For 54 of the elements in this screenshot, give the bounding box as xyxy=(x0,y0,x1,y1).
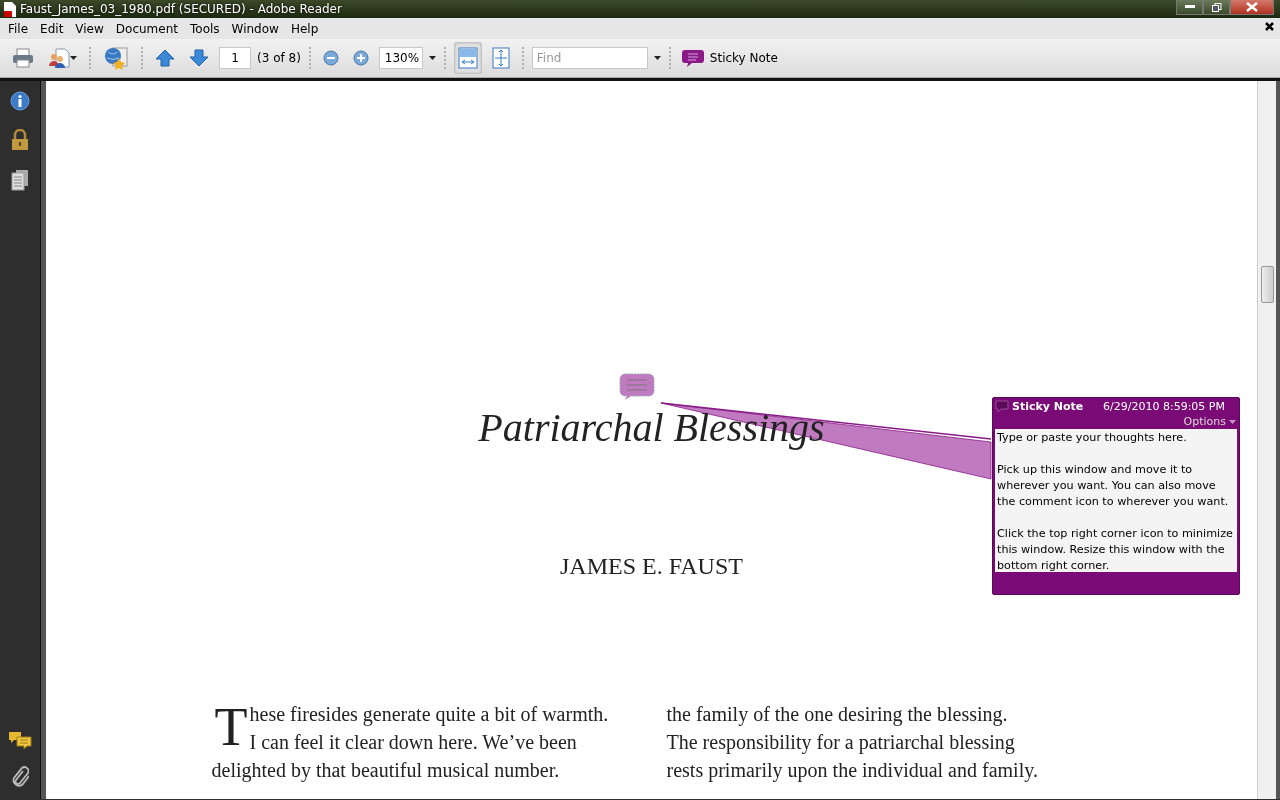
paperclip-icon[interactable] xyxy=(11,765,29,787)
arrow-down-icon xyxy=(189,49,209,67)
options-menu[interactable]: Options xyxy=(1183,415,1236,428)
restore-icon xyxy=(1211,2,1222,12)
plus-icon xyxy=(352,50,369,66)
minimize-icon xyxy=(1184,5,1195,9)
menu-item[interactable]: File xyxy=(2,21,35,36)
minus-icon xyxy=(322,50,339,66)
sticky-note-button[interactable]: Sticky Note xyxy=(678,48,781,68)
window-title: Faust_James_03_1980.pdf (SECURED) - Adobe Reader xyxy=(20,2,342,16)
info-icon[interactable] xyxy=(10,91,30,111)
lock-icon[interactable] xyxy=(10,129,30,151)
restore-button[interactable] xyxy=(1203,0,1230,15)
comments-icon[interactable] xyxy=(8,731,32,749)
pages-icon[interactable] xyxy=(11,169,29,191)
menu-item[interactable]: Edit xyxy=(34,21,70,36)
menu-item[interactable]: View xyxy=(69,21,110,36)
body-text-line: delighted by that beautiful musical number. xyxy=(211,758,561,784)
caret-icon[interactable] xyxy=(70,56,77,60)
author-name: JAMES E. FAUST xyxy=(560,553,743,580)
speech-bubble-icon xyxy=(681,48,704,68)
note-paragraph: Pick up this window and move it to wherever you want. You can also move the comment icon to wherever you want. xyxy=(997,462,1230,510)
page-count: (3 of 8) xyxy=(257,51,301,65)
note-paragraph: Click the top right corner icon to minimize this window. Resize this window with the bottom right corner. xyxy=(997,526,1234,574)
comment-icon[interactable] xyxy=(619,373,655,400)
close-icon xyxy=(1246,2,1258,12)
comment-icon xyxy=(995,400,1009,413)
find-field[interactable]: Find xyxy=(531,47,648,69)
menu-item[interactable]: Help xyxy=(284,21,325,36)
pdf-file-icon xyxy=(3,1,16,17)
body-text-line: rests primarily upon the individual and family. xyxy=(666,758,1039,784)
arrow-up-icon xyxy=(155,49,175,67)
zoom-field[interactable]: 130% xyxy=(378,47,423,69)
close-button[interactable] xyxy=(1230,0,1274,15)
menu-item[interactable]: Window xyxy=(225,21,285,36)
body-text-line: I can feel it clear down here. We’ve been xyxy=(249,730,578,755)
caret-icon[interactable] xyxy=(428,56,436,60)
scrollbar[interactable] xyxy=(1257,81,1276,799)
sticky-note-popup[interactable] xyxy=(992,397,1240,595)
scrollbar-thumb[interactable] xyxy=(1261,266,1274,303)
note-text-area[interactable] xyxy=(995,429,1237,572)
page-number-field[interactable]: 1 xyxy=(219,47,251,69)
people-document-icon xyxy=(48,48,70,68)
close-icon[interactable] xyxy=(1265,22,1274,31)
caret-icon[interactable] xyxy=(653,56,661,60)
body-text-line: hese firesides generate quite a bit of warmth. xyxy=(249,702,609,728)
body-text-line: The responsibility for a patriarchal blessing xyxy=(666,730,1016,756)
menu-item[interactable]: Tools xyxy=(184,21,226,36)
note-title: Sticky Note xyxy=(1012,400,1084,413)
note-paragraph: Type or paste your thoughts here. xyxy=(997,430,1188,446)
body-text-line: the family of the one desiring the blessing. xyxy=(666,702,1009,728)
menu-item[interactable]: Document xyxy=(109,21,184,36)
note-timestamp: 6/29/2010 8:59:05 PM xyxy=(1103,400,1225,413)
minimize-button[interactable] xyxy=(1176,0,1203,15)
